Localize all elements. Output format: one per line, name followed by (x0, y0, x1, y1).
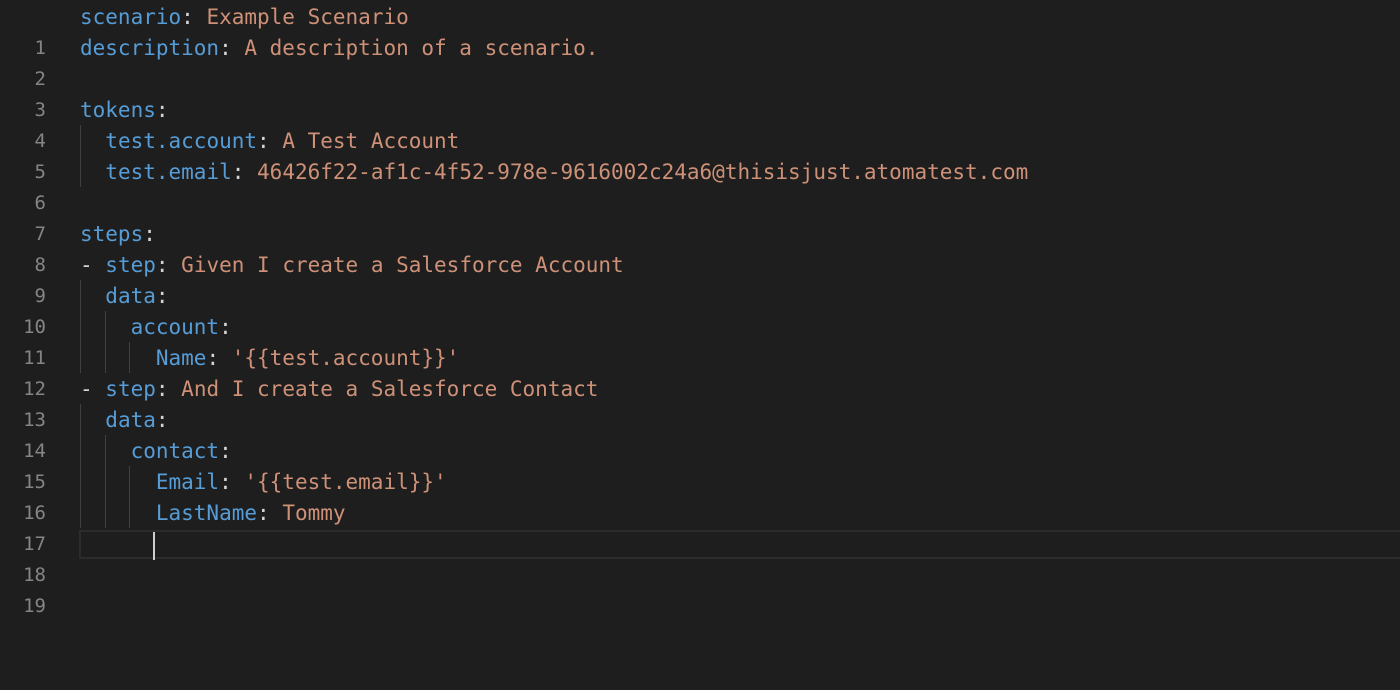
yaml-separator: : (219, 470, 245, 494)
code-editor[interactable]: 1 scenario: Example Scenario 2 descripti… (0, 0, 1400, 690)
yaml-separator: : (206, 346, 232, 370)
code-line[interactable]: 13 - step: And I create a Salesforce Con… (0, 374, 1400, 431)
yaml-separator: : (231, 160, 258, 184)
text-cursor (153, 532, 155, 560)
yaml-value: A Test Account (282, 129, 460, 153)
yaml-separator: : (181, 5, 207, 29)
yaml-separator: : (219, 315, 232, 339)
yaml-key: steps (80, 222, 144, 246)
yaml-key: test.account (105, 129, 258, 153)
yaml-separator: : (257, 129, 283, 153)
code-line[interactable]: 3 (0, 64, 1400, 121)
yaml-key: Name (155, 346, 207, 370)
yaml-key: account (130, 315, 220, 339)
yaml-value: '{{test.email}}' (244, 470, 447, 494)
yaml-separator: : (155, 408, 169, 432)
code-line[interactable]: 19 (0, 560, 1400, 617)
yaml-separator: : (155, 284, 169, 308)
line-number: 19 (23, 595, 46, 617)
code-line[interactable]: 7 (0, 188, 1400, 245)
yaml-separator: : (219, 36, 245, 60)
yaml-separator: : (155, 253, 182, 277)
code-line[interactable]: 11 account: (0, 312, 1400, 369)
yaml-separator: : (155, 377, 182, 401)
yaml-key: scenario (80, 5, 182, 29)
yaml-key: description (80, 36, 220, 60)
yaml-key: test.email (105, 160, 232, 184)
yaml-separator: : (155, 98, 169, 122)
yaml-key: LastName (155, 501, 258, 525)
yaml-value: '{{test.account}}' (231, 346, 460, 370)
yaml-value: Given I create a Salesforce Account (181, 253, 624, 277)
code-line[interactable]: 8 steps: (0, 219, 1400, 276)
yaml-key: data (105, 284, 156, 308)
code-line[interactable]: 6 test.email: 46426f22-af1c-4f52-978e-96… (0, 157, 1400, 214)
yaml-key: step (105, 377, 156, 401)
code-line[interactable]: 2 description: A description of a scenar… (0, 33, 1400, 90)
code-line[interactable]: 9 - step: Given I create a Salesforce Ac… (0, 250, 1400, 307)
code-line[interactable]: 14 data: (0, 405, 1400, 462)
code-line[interactable]: 17 LastName: Tommy (0, 498, 1400, 555)
code-line[interactable]: 4 tokens: (0, 95, 1400, 152)
yaml-value: A description of a scenario. (244, 36, 599, 60)
code-line-current[interactable]: 18 (0, 529, 1400, 586)
yaml-value: And I create a Salesforce Contact (181, 377, 599, 401)
yaml-key: data (105, 408, 156, 432)
yaml-key: tokens (80, 98, 156, 122)
yaml-separator: : (143, 222, 156, 246)
code-line[interactable]: 10 data: (0, 281, 1400, 338)
yaml-value: Example Scenario (206, 5, 409, 29)
yaml-separator: : (257, 501, 283, 525)
code-line[interactable]: 12 Name: '{{test.account}}' (0, 343, 1400, 400)
yaml-separator: : (219, 439, 232, 463)
code-line[interactable]: 1 scenario: Example Scenario (0, 2, 1400, 59)
yaml-key: Email (155, 470, 220, 494)
yaml-key: step (105, 253, 156, 277)
yaml-key: contact (130, 439, 220, 463)
list-dash: - (80, 377, 106, 401)
code-line[interactable]: 16 Email: '{{test.email}}' (0, 467, 1400, 524)
yaml-value: Tommy (282, 501, 346, 525)
yaml-value: 46426f22-af1c-4f52-978e-9616002c24a6@thi… (257, 160, 1029, 184)
list-dash: - (80, 253, 106, 277)
code-line[interactable]: 15 contact: (0, 436, 1400, 493)
code-line[interactable]: 5 test.account: A Test Account (0, 126, 1400, 183)
